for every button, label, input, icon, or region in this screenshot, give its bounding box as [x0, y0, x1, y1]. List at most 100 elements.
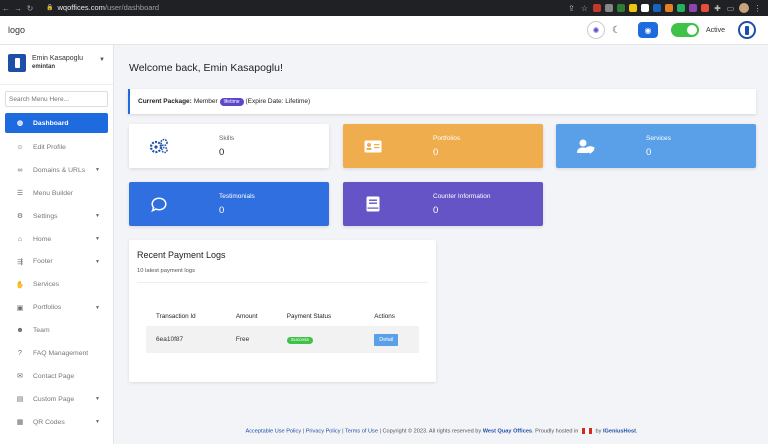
- card-value: 0: [219, 146, 225, 158]
- eye-icon: ◉: [644, 25, 652, 35]
- stat-card-services[interactable]: Services 0: [556, 124, 756, 168]
- sidebar-item-services[interactable]: ✋ Services: [5, 273, 108, 296]
- footer-by: by: [595, 428, 602, 435]
- footer-link-privacy[interactable]: Privacy Policy: [306, 428, 341, 434]
- extension-icon[interactable]: [629, 4, 637, 12]
- extension-icon[interactable]: [665, 4, 673, 12]
- puzzle-icon[interactable]: ✚: [713, 4, 722, 13]
- chevron-down-icon: ▼: [95, 304, 100, 311]
- palette-icon: ◍: [16, 120, 24, 127]
- extension-icon[interactable]: [677, 4, 685, 12]
- users-icon: ☻: [16, 327, 24, 335]
- url-path: /user/dashboard: [104, 3, 160, 12]
- page-footer: Acceptable Use Policy | Privacy Policy |…: [245, 428, 638, 435]
- payment-logs-panel: Recent Payment Logs 10 latest payment lo…: [129, 240, 436, 382]
- chevron-down-icon: ▼: [95, 213, 100, 220]
- user-circle-icon: ☺: [16, 143, 24, 151]
- star-icon[interactable]: ☆: [580, 4, 589, 13]
- sidebar-item-custom-page[interactable]: ▤ Custom Page ▼: [5, 388, 108, 411]
- payment-logs-title: Recent Payment Logs: [137, 250, 226, 260]
- sidebar-item-contact[interactable]: ✉ Contact Page: [5, 365, 108, 388]
- payment-logs-subtitle: 10 latest payment logs: [137, 268, 196, 274]
- user-menu-avatar[interactable]: [738, 21, 756, 39]
- extension-icon[interactable]: [653, 4, 661, 12]
- qrcode-icon: ▦: [16, 419, 24, 427]
- file-icon: ▤: [16, 396, 24, 404]
- forward-icon[interactable]: →: [12, 4, 24, 13]
- extension-icon[interactable]: [593, 4, 601, 12]
- moon-icon[interactable]: ☾: [612, 25, 621, 36]
- detail-button[interactable]: Detail: [374, 333, 399, 346]
- sidebar-item-team[interactable]: ☻ Team: [5, 319, 108, 342]
- envelope-icon: ✉: [17, 373, 23, 381]
- back-icon[interactable]: ←: [0, 4, 12, 13]
- sidebar-item-edit-profile[interactable]: ☺ Edit Profile: [5, 136, 108, 159]
- sun-icon: ✺: [592, 25, 600, 35]
- sidebar-menu: ◍ Dashboard ☺ Edit Profile ∞ Domains & URLs…: [0, 113, 113, 434]
- sidebar-item-home[interactable]: ⌂ Home ▼: [5, 228, 108, 251]
- status-toggle[interactable]: [670, 23, 699, 37]
- handshake-icon: ✋: [15, 281, 25, 289]
- sidebar-user[interactable]: Emin Kasapoglu emintan ▼: [0, 45, 113, 85]
- url-host: wqoffices.com: [57, 3, 105, 12]
- home-icon: ⌂: [17, 235, 23, 243]
- id-card-icon: [343, 140, 403, 153]
- share-icon[interactable]: ⇪: [567, 4, 576, 13]
- bars-icon: ☰: [16, 190, 24, 198]
- user-role: emintan: [32, 64, 56, 70]
- browser-profile-avatar[interactable]: [739, 3, 749, 13]
- status-badge: Success: [286, 337, 313, 344]
- footer-host[interactable]: IGeniusHost: [603, 428, 636, 434]
- column-header: Transaction Id: [156, 312, 196, 320]
- app-header: logo ✺ ☾ ◉ Active: [0, 16, 768, 45]
- card-value: 0: [646, 146, 652, 158]
- status-label: Active: [705, 26, 725, 34]
- package-badge: lifetime: [219, 97, 244, 106]
- card-name: Skills: [219, 134, 235, 142]
- extension-icon[interactable]: [617, 4, 625, 12]
- package-name: Member: [193, 98, 218, 105]
- package-label: Current Package:: [138, 98, 192, 105]
- stat-card-portfolios[interactable]: Portfolios 0: [343, 124, 543, 168]
- extension-icon[interactable]: [605, 4, 613, 12]
- extension-icon[interactable]: [701, 4, 709, 12]
- link-icon: ∞: [17, 166, 23, 174]
- question-icon: ?: [18, 349, 22, 357]
- sidebar-item-domains[interactable]: ∞ Domains & URLs ▼: [5, 159, 108, 182]
- sidebar-item-qr-codes[interactable]: ▦ QR Codes ▼: [5, 411, 108, 434]
- sidebar-toggle-icon[interactable]: ▭: [726, 4, 735, 13]
- reload-icon[interactable]: ↻: [24, 4, 36, 13]
- sidebar-item-settings[interactable]: ⚙ Settings ▼: [5, 205, 108, 228]
- footer-hosted: . Proudly hosted in: [532, 428, 579, 435]
- sidebar-item-dashboard[interactable]: ◍ Dashboard: [5, 113, 108, 133]
- comment-icon: [129, 196, 189, 212]
- column-header: Payment Status: [286, 312, 332, 320]
- sidebar-search-input[interactable]: [5, 91, 108, 107]
- chevron-down-icon: ▼: [95, 236, 100, 242]
- sidebar-item-portfolios[interactable]: ▣ Portfolios ▼: [5, 296, 108, 319]
- footer-icon: ⇶: [17, 258, 23, 266]
- stat-card-skills[interactable]: Skills 0: [129, 124, 329, 168]
- footer-company[interactable]: West Quay Offices: [483, 428, 532, 434]
- gear-icon: ⚙: [16, 213, 24, 221]
- chevron-down-icon: ▼: [95, 419, 100, 426]
- book-icon: [343, 196, 403, 212]
- sidebar-item-footer[interactable]: ⇶ Footer ▼: [5, 250, 108, 273]
- footer-link-terms[interactable]: Terms of Use: [345, 428, 378, 434]
- extension-icon[interactable]: [641, 4, 649, 12]
- footer-link-acceptable-use[interactable]: Acceptable Use Policy: [245, 428, 301, 434]
- column-header: Amount: [235, 312, 258, 320]
- caret-down-icon[interactable]: ▼: [99, 57, 105, 63]
- extension-icon[interactable]: [689, 4, 697, 12]
- more-icon[interactable]: ⋮: [753, 4, 762, 13]
- footer-copyright: Copyright © 2023. All rights reserved by: [382, 428, 482, 435]
- stat-card-testimonials[interactable]: Testimonials 0: [129, 182, 329, 226]
- theme-light-button[interactable]: ✺: [586, 21, 605, 39]
- chevron-down-icon: ▼: [95, 258, 100, 265]
- sidebar-item-menu-builder[interactable]: ☰ Menu Builder: [5, 182, 108, 205]
- site-logo[interactable]: logo: [8, 25, 25, 35]
- sidebar-item-faq[interactable]: ? FAQ Management: [5, 342, 108, 365]
- stat-card-counter-information[interactable]: Counter Information 0: [343, 182, 543, 226]
- view-site-button[interactable]: ◉: [637, 22, 658, 38]
- address-bar[interactable]: 🔒 wqoffices.com/user/dashboard: [40, 2, 165, 14]
